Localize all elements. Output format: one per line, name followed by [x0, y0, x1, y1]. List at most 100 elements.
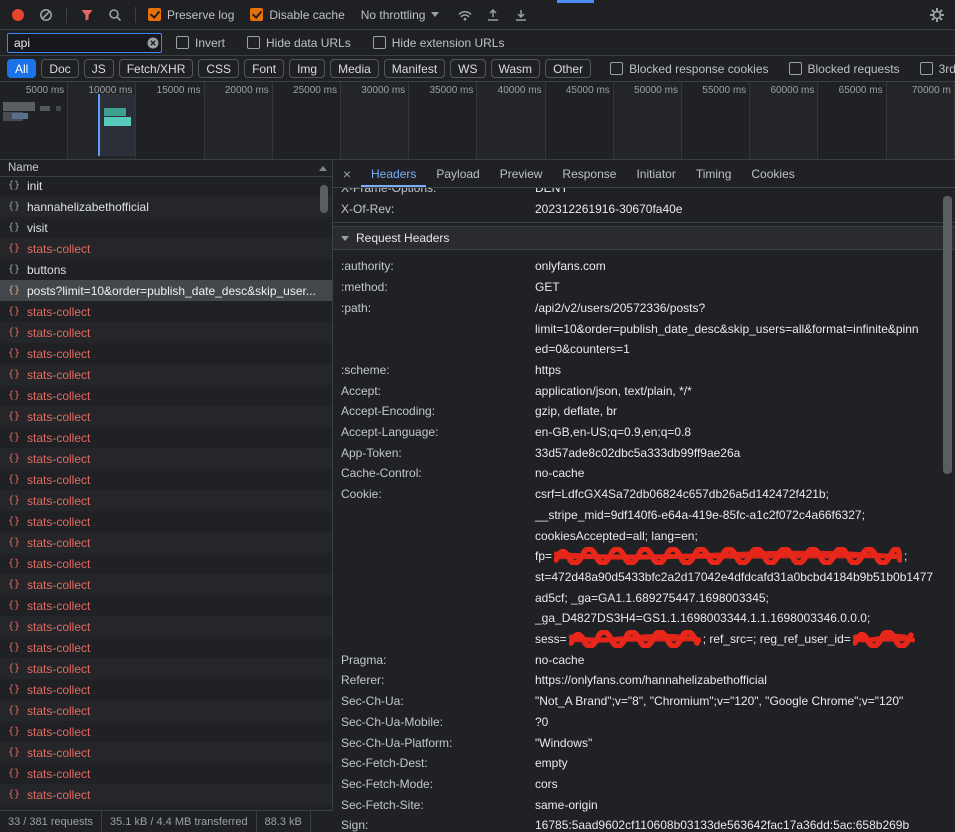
request-row[interactable]: {}stats-collect: [0, 679, 332, 700]
type-filter-media[interactable]: Media: [330, 59, 379, 78]
request-row[interactable]: {}stats-collect: [0, 469, 332, 490]
overview-timeline[interactable]: 5000 ms10000 ms15000 ms20000 ms25000 ms3…: [0, 82, 955, 160]
request-row[interactable]: {}stats-collect: [0, 301, 332, 322]
type-filter-img[interactable]: Img: [289, 59, 325, 78]
type-filter-wasm[interactable]: Wasm: [491, 59, 541, 78]
tab-timing[interactable]: Timing: [686, 160, 742, 187]
request-row[interactable]: {}stats-collect: [0, 721, 332, 742]
request-row[interactable]: {}posts?limit=10&order=publish_date_desc…: [0, 280, 332, 301]
clear-button[interactable]: [34, 3, 58, 27]
clear-filter-button[interactable]: [147, 37, 159, 49]
close-detail-button[interactable]: ×: [333, 160, 361, 187]
tab-response[interactable]: Response: [552, 160, 626, 187]
request-row[interactable]: {}init: [0, 177, 332, 196]
header-value: no-cache: [535, 650, 955, 671]
preserve-log-checkbox[interactable]: Preserve log: [148, 8, 234, 22]
header-value-line: gzip, deflate, br: [535, 401, 943, 422]
header-row: Accept:application/json, text/plain, */*: [333, 381, 955, 402]
request-headers-section[interactable]: Request Headers: [333, 226, 955, 250]
header-value-line: fp=;: [535, 546, 943, 567]
header-row: :scheme:https: [333, 360, 955, 381]
header-value-text: ; ref_src=; reg_ref_user_id=: [703, 632, 851, 646]
request-row[interactable]: {}stats-collect: [0, 343, 332, 364]
request-row[interactable]: {}hannahelizabethofficial: [0, 196, 332, 217]
request-row[interactable]: {}stats-collect: [0, 658, 332, 679]
invert-checkbox[interactable]: Invert: [176, 36, 225, 50]
headers-scrollbar-thumb[interactable]: [943, 196, 952, 474]
export-har-button[interactable]: [509, 3, 533, 27]
type-filter-css[interactable]: CSS: [198, 59, 239, 78]
request-row[interactable]: {}stats-collect: [0, 322, 332, 343]
header-row: :path:/api2/v2/users/20572336/posts?limi…: [333, 298, 955, 360]
checkbox-icon: [247, 36, 260, 49]
type-filter-js[interactable]: JS: [84, 59, 114, 78]
request-row[interactable]: {}buttons: [0, 259, 332, 280]
request-name: stats-collect: [27, 410, 90, 424]
tab-cookies[interactable]: Cookies: [741, 160, 804, 187]
header-value-line: sess= ; ref_src=; reg_ref_user_id=: [535, 629, 943, 650]
search-button[interactable]: [103, 3, 127, 27]
header-row: Sec-Fetch-Site:same-origin: [333, 795, 955, 816]
blocked-requests-checkbox[interactable]: Blocked requests: [789, 62, 900, 76]
request-row[interactable]: {}stats-collect: [0, 595, 332, 616]
request-row[interactable]: {}stats-collect: [0, 616, 332, 637]
tab-payload[interactable]: Payload: [426, 160, 489, 187]
disable-cache-checkbox[interactable]: Disable cache: [250, 8, 344, 22]
filter-toggle-button[interactable]: [75, 3, 99, 27]
tab-headers[interactable]: Headers: [361, 160, 426, 187]
header-value-text: sess=: [535, 632, 567, 646]
request-list-scrollbar-thumb[interactable]: [320, 185, 328, 213]
request-row[interactable]: {}stats-collect: [0, 742, 332, 763]
timeline-tick-label: 30000 ms: [361, 85, 405, 96]
header-value: 33d57ade8c02dbc5a333db99ff9ae26a: [535, 443, 955, 464]
type-filter-manifest[interactable]: Manifest: [384, 59, 445, 78]
hide-extension-urls-checkbox[interactable]: Hide extension URLs: [373, 36, 505, 50]
type-filter-all[interactable]: All: [7, 59, 36, 78]
request-row[interactable]: {}stats-collect: [0, 364, 332, 385]
checkbox-label: Blocked response cookies: [629, 62, 768, 76]
type-filter-ws[interactable]: WS: [450, 59, 485, 78]
request-row[interactable]: {}stats-collect: [0, 637, 332, 658]
timeline-column: 65000 ms: [818, 82, 886, 159]
name-column-label: Name: [8, 162, 39, 174]
filter-input[interactable]: [7, 33, 162, 53]
request-row[interactable]: {}stats-collect: [0, 574, 332, 595]
name-column-header[interactable]: Name: [0, 160, 332, 177]
request-row[interactable]: {}stats-collect: [0, 700, 332, 721]
request-row[interactable]: {}visit: [0, 217, 332, 238]
scroll-up-icon[interactable]: [319, 166, 327, 171]
request-name: stats-collect: [27, 536, 90, 550]
request-row[interactable]: {}stats-collect: [0, 238, 332, 259]
clear-icon: [39, 8, 53, 22]
request-name: stats-collect: [27, 389, 90, 403]
request-row[interactable]: {}stats-collect: [0, 490, 332, 511]
request-row[interactable]: {}stats-collect: [0, 448, 332, 469]
import-har-button[interactable]: [481, 3, 505, 27]
3rd-party-requests-checkbox[interactable]: 3rd-party requests: [920, 62, 955, 76]
header-name: Sec-Ch-Ua-Mobile:: [341, 712, 535, 733]
request-row[interactable]: {}stats-collect: [0, 385, 332, 406]
settings-button[interactable]: [925, 3, 949, 27]
request-row[interactable]: {}stats-collect: [0, 553, 332, 574]
request-row[interactable]: {}stats-collect: [0, 784, 332, 805]
request-row[interactable]: {}stats-collect: [0, 532, 332, 553]
tab-initiator[interactable]: Initiator: [626, 160, 685, 187]
network-conditions-button[interactable]: [453, 3, 477, 27]
blocked-response-cookies-checkbox[interactable]: Blocked response cookies: [610, 62, 768, 76]
network-conditions-icon: [458, 8, 472, 22]
request-row[interactable]: {}stats-collect: [0, 511, 332, 532]
checkbox-icon: [789, 62, 802, 75]
request-row[interactable]: {}stats-collect: [0, 406, 332, 427]
request-row[interactable]: {}stats-collect: [0, 763, 332, 784]
type-filter-other[interactable]: Other: [545, 59, 591, 78]
summary-status-bar: 33 / 381 requests 35.1 kB / 4.4 MB trans…: [0, 810, 333, 832]
request-row[interactable]: {}stats-collect: [0, 427, 332, 448]
throttling-select[interactable]: No throttling: [361, 8, 440, 22]
hide-data-urls-checkbox[interactable]: Hide data URLs: [247, 36, 351, 50]
type-filter-fetch-xhr[interactable]: Fetch/XHR: [119, 59, 194, 78]
type-filter-font[interactable]: Font: [244, 59, 284, 78]
type-filter-doc[interactable]: Doc: [41, 59, 78, 78]
record-button[interactable]: [6, 3, 30, 27]
header-value: https://onlyfans.com/hannahelizabethoffi…: [535, 670, 955, 691]
tab-preview[interactable]: Preview: [490, 160, 553, 187]
